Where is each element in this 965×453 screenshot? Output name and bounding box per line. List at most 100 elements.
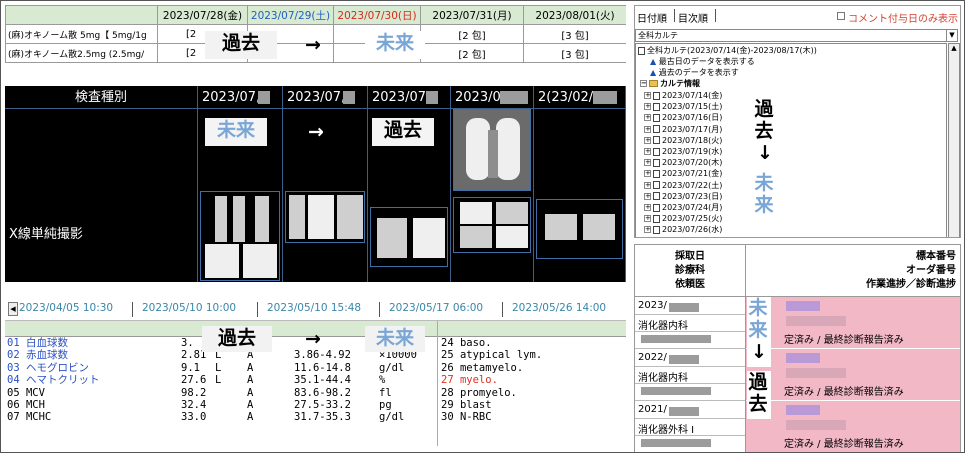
specimen-date[interactable]: 2022/ — [638, 352, 667, 363]
dose-cell[interactable]: [2 包] — [420, 43, 524, 63]
tree-date-item[interactable]: +2023/07/20(木) — [644, 158, 722, 168]
col-collection-date[interactable]: 採取日 — [635, 251, 745, 263]
expand-icon[interactable]: + — [644, 92, 651, 99]
table-row[interactable]: 05 MCV 98.2 A 83.6-98.2 fl 28 promyelo. — [5, 387, 626, 399]
dose-cell[interactable]: [3 包] — [523, 43, 626, 63]
table-row[interactable]: 02 赤血球数 2.81 L A 3.86-4.92 ×10000 25 atypical … — [5, 349, 626, 361]
document-icon — [653, 214, 660, 223]
date-header[interactable]: 2023/07/30(日) — [333, 5, 421, 25]
tree-date-item[interactable]: +2023/07/16(日) — [644, 113, 722, 123]
lab-date-tab[interactable]: 2023/05/17 06:00 — [389, 302, 483, 314]
xray-thumbnail[interactable] — [536, 199, 623, 259]
expand-icon[interactable]: + — [644, 125, 651, 133]
comment-only-checkbox[interactable] — [837, 12, 845, 20]
date-header[interactable]: 2023/07/28(金) — [157, 5, 248, 25]
tree-date-item[interactable]: +2023/07/24(月) — [644, 203, 722, 213]
tree-root[interactable]: 全科カルテ(2023/07/14(金)-2023/08/17(木)) — [638, 46, 817, 56]
lab-date-tab[interactable]: 2023/05/26 14:00 — [512, 302, 606, 314]
tree-folder[interactable]: − カルテ情報 — [640, 79, 700, 89]
table-row[interactable]: 03 ヘモグロビン 9.1 L A 11.6-14.8 g/dl 26 metamyelo. — [5, 362, 626, 374]
col-department[interactable]: 診療科 — [635, 265, 745, 277]
lab-grade: A — [247, 386, 254, 399]
expand-icon[interactable]: + — [644, 136, 651, 144]
date-header[interactable]: 2023/07/31(月) — [420, 5, 524, 25]
xray-thumbnail[interactable] — [370, 207, 448, 267]
expand-icon[interactable]: + — [644, 103, 651, 111]
tree-date-item[interactable]: +2023/07/21(金) — [644, 169, 722, 179]
xray-thumbnail[interactable] — [200, 191, 280, 281]
expand-icon[interactable]: + — [644, 215, 651, 223]
tab-date-order[interactable]: 日付順 — [637, 10, 667, 25]
xray-image-leg — [215, 196, 227, 242]
specimen-status-cell[interactable]: 定済み / 最終診断報告済み — [746, 401, 960, 452]
tree-date-item[interactable]: +2023/07/19(水) — [644, 147, 722, 157]
col-progress[interactable]: 作業進捗／診断進捗 — [866, 279, 956, 291]
overlay-past-label: 過去 — [748, 371, 768, 415]
xray-date-header[interactable]: 2023/07, — [198, 86, 283, 109]
scroll-up-icon[interactable]: ▲ — [949, 44, 959, 52]
department-select-value: 全科カルテ — [638, 31, 678, 40]
lab-date-tab[interactable]: 2023/04/05 10:30 — [19, 302, 113, 314]
col-order-number[interactable]: オーダ番号 — [906, 265, 956, 277]
lab-flag: L — [215, 374, 222, 387]
tree-date-item[interactable]: +2023/07/23(日) — [644, 192, 722, 202]
specimen-date[interactable]: 2023/ — [638, 300, 667, 311]
tree-date-item[interactable]: +2023/07/26(水) — [644, 225, 722, 235]
specimen-department[interactable]: 消化器内科 — [638, 369, 688, 384]
date-header[interactable]: 2023/08/01(火) — [523, 5, 626, 25]
xray-column[interactable] — [534, 109, 626, 282]
tree-date-item[interactable]: +2023/07/17(月) — [644, 125, 722, 135]
expand-icon[interactable]: + — [644, 204, 651, 211]
collapse-icon[interactable]: − — [640, 80, 647, 87]
row-divider — [635, 383, 745, 384]
tree-scrollbar[interactable]: ▲ — [948, 43, 960, 237]
chevron-down-icon[interactable]: ▼ — [946, 30, 957, 41]
xray-thumbnail[interactable] — [453, 197, 531, 253]
tab-separator — [674, 9, 675, 22]
scroll-left-button[interactable]: ◀ — [8, 302, 18, 316]
expand-icon[interactable]: + — [644, 226, 651, 234]
tree-date-item[interactable]: +2023/07/14(金) — [644, 91, 722, 101]
expand-icon[interactable]: + — [644, 159, 651, 167]
tree-date-item[interactable]: +2023/07/18(火) — [644, 136, 722, 146]
tree-latest-link[interactable]: ▲ 最古日のデータを表示する — [650, 57, 755, 67]
expand-icon[interactable]: + — [644, 148, 651, 155]
tree-past-link[interactable]: ▲ 過去のデータを表示す — [650, 68, 739, 78]
drug-name[interactable]: (麻)オキノーム散2.5mg (2.5mg/ — [5, 43, 158, 63]
xray-date-header[interactable]: 2023/07, — [283, 86, 368, 109]
xray-thumbnail-chest[interactable] — [453, 109, 531, 191]
xray-column[interactable] — [451, 109, 534, 282]
xray-column[interactable] — [283, 109, 368, 282]
tab-index-order[interactable]: 目次順 — [678, 10, 708, 25]
xray-date-header[interactable]: 2023/07, — [368, 86, 451, 109]
dose-cell[interactable]: [3 包] — [523, 24, 626, 44]
col-requesting-doctor[interactable]: 依頼医 — [635, 279, 745, 291]
dose-cell[interactable]: [2 包] — [420, 24, 524, 44]
lab-date-tab[interactable]: 2023/05/10 15:48 — [267, 302, 361, 314]
tree-past-label: 過去のデータを表示す — [658, 68, 739, 77]
table-row[interactable]: 04 ヘマトクリット 27.6 L A 35.1-44.4% 27 myelo. — [5, 374, 626, 386]
specimen-department[interactable]: 消化器内科 — [638, 317, 688, 332]
expand-icon[interactable]: + — [644, 114, 651, 122]
specimen-status-cell[interactable]: 定済み / 最終診断報告済み — [746, 349, 960, 400]
lab-date-tab[interactable]: 2023/05/10 10:00 — [142, 302, 236, 314]
expand-icon[interactable]: + — [644, 181, 651, 189]
col-specimen-number[interactable]: 標本番号 — [916, 251, 956, 263]
specimen-status-cell[interactable]: 定済み / 最終診断報告済み — [746, 297, 960, 348]
expand-icon[interactable]: + — [644, 170, 651, 178]
department-select[interactable]: 全科カルテ ▼ — [635, 29, 958, 42]
specimen-header: 採取日 診療科 依頼医 標本番号 オーダ番号 作業進捗／診断進捗 — [635, 245, 960, 297]
tree-date-item[interactable]: +2023/07/22(土) — [644, 181, 722, 191]
tree-date-item[interactable]: +2023/07/15(土) — [644, 102, 722, 112]
table-row[interactable]: 06 MCH 32.4 A 27.5-33.2 pg 29 blast — [5, 399, 626, 411]
tree-date-item[interactable]: +2023/07/25(火) — [644, 214, 722, 224]
drug-name[interactable]: (麻)オキノーム散 5mg【 5mg/1g — [5, 24, 158, 44]
date-header[interactable]: 2023/07/29(土) — [247, 5, 334, 25]
table-row[interactable]: 07 MCHC 33.0 A 31.7-35.3 g/dl 30 N-RBC — [5, 411, 626, 423]
xray-thumbnail[interactable] — [285, 191, 365, 243]
specimen-status: 定済み / 最終診断報告済み — [784, 335, 904, 346]
specimen-department[interactable]: 消化器外科 I — [638, 421, 694, 436]
expand-icon[interactable]: + — [644, 192, 651, 200]
xray-image-hand — [496, 226, 528, 248]
specimen-date[interactable]: 2021/ — [638, 404, 667, 415]
